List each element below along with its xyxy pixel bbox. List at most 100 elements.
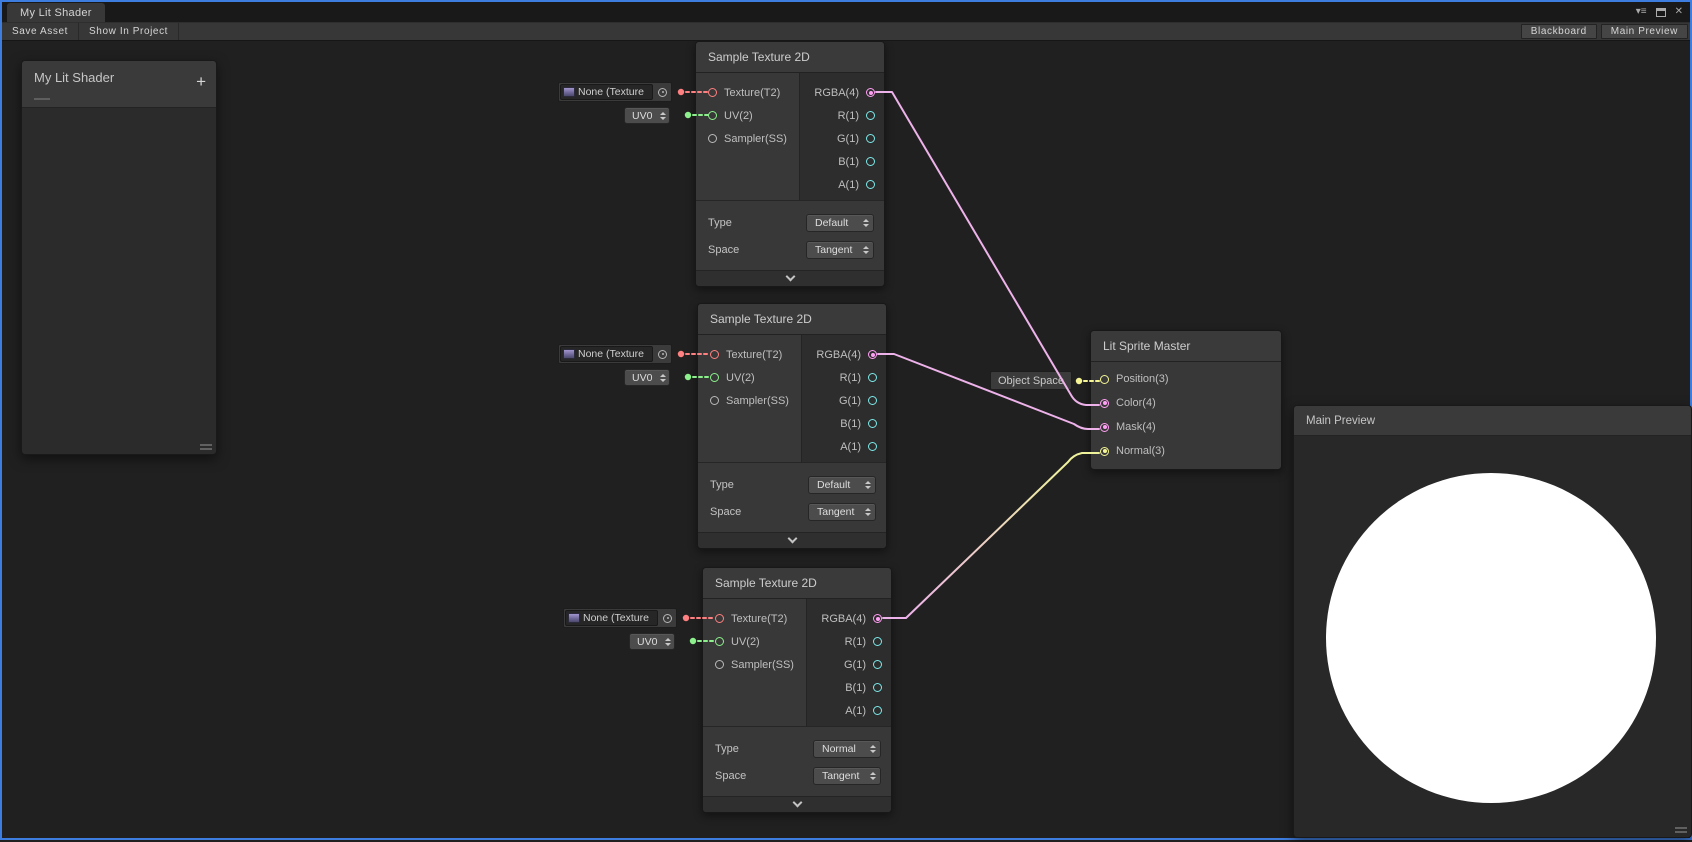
space-dropdown[interactable]: Tangent [813,767,881,785]
space-dropdown-value: Tangent [815,244,863,256]
node-title: Sample Texture 2D [715,576,817,590]
texture-field-value: None (Texture [578,348,644,360]
node-lit-sprite-master[interactable]: Lit Sprite Master Position(3) Color(4) M… [1090,330,1282,470]
type-dropdown[interactable]: Default [808,476,876,494]
b-output-port[interactable] [866,157,875,166]
a-output-label: A(1) [845,705,866,717]
texture-field-value: None (Texture [583,612,649,624]
port-row-a: A(1) [802,435,886,458]
dropdown-arrows-icon [863,246,869,254]
texture-input-port[interactable] [708,88,717,97]
node-sample-texture-2d-1[interactable]: Sample Texture 2D Texture(T2) UV(2) Samp… [695,41,885,287]
position-input-port[interactable] [1100,375,1109,384]
r-output-port[interactable] [873,637,882,646]
sampler-input-port[interactable] [708,134,717,143]
add-property-button[interactable]: + [196,73,206,90]
tab-my-lit-shader[interactable]: My Lit Shader [7,3,105,22]
node-title: Sample Texture 2D [710,312,812,326]
texture-object-field-3[interactable]: None (Texture [563,608,677,628]
sampler-input-label: Sampler(SS) [726,395,789,407]
a-output-port[interactable] [866,180,875,189]
texture-field[interactable]: None (Texture [560,346,653,362]
rgba-output-port[interactable] [866,88,875,97]
maximize-icon[interactable] [1656,8,1666,17]
uv-input-port[interactable] [708,111,717,120]
collapse-preview-button[interactable] [696,270,884,286]
uv-channel-dropdown-3[interactable]: UV0 [629,633,675,650]
node-sample-texture-2d-3[interactable]: Sample Texture 2D Texture(T2) UV(2) Samp… [702,567,892,813]
uv-input-port[interactable] [710,373,719,382]
show-in-project-button[interactable]: Show In Project [79,23,179,40]
normal-input-port[interactable] [1100,447,1109,456]
port-row-b: B(1) [800,150,884,173]
space-dropdown[interactable]: Tangent [808,503,876,521]
position-space-dropdown[interactable]: Object Space [990,371,1072,390]
save-asset-button[interactable]: Save Asset [2,23,79,40]
object-picker-button[interactable] [654,350,671,359]
texture-input-label: Texture(T2) [726,349,782,361]
object-picker-button[interactable] [654,88,671,97]
a-output-port[interactable] [868,442,877,451]
dropdown-arrows-icon [870,745,876,753]
node-header[interactable]: Lit Sprite Master [1091,331,1281,362]
texture-field[interactable]: None (Texture [565,610,658,626]
space-dropdown-value: Tangent [817,506,865,518]
space-label: Space [708,244,739,256]
blackboard-header[interactable]: My Lit Shader + [22,61,216,108]
dropdown-arrows-icon [660,374,666,382]
mask-input-port[interactable] [1100,423,1109,432]
uv-channel-dropdown-2[interactable]: UV0 [624,369,670,386]
main-preview-panel[interactable]: Main Preview [1293,405,1692,838]
g-output-port[interactable] [873,660,882,669]
sampler-input-label: Sampler(SS) [731,659,794,671]
type-dropdown-value: Default [815,217,863,229]
texture-input-port[interactable] [715,614,724,623]
node-header[interactable]: Sample Texture 2D [703,568,891,599]
b-output-port[interactable] [873,683,882,692]
texture-field[interactable]: None (Texture [560,84,653,100]
main-preview-header[interactable]: Main Preview [1294,406,1691,436]
sampler-input-port[interactable] [710,396,719,405]
blackboard-resize-handle[interactable] [200,444,212,450]
type-dropdown[interactable]: Normal [813,740,881,758]
node-sample-texture-2d-2[interactable]: Sample Texture 2D Texture(T2) UV(2) Samp… [697,303,887,549]
a-output-port[interactable] [873,706,882,715]
g-output-port[interactable] [868,396,877,405]
uv-input-label: UV(2) [724,110,753,122]
type-dropdown-value: Normal [822,743,870,755]
close-icon[interactable]: ✕ [1675,7,1683,17]
object-picker-button[interactable] [659,614,676,623]
r-output-port[interactable] [866,111,875,120]
texture-input-label: Texture(T2) [724,87,780,99]
uv-input-port[interactable] [715,637,724,646]
b-output-port[interactable] [868,419,877,428]
pane-menu-icon[interactable]: ▾≡ [1636,7,1647,17]
space-dropdown[interactable]: Tangent [806,241,874,259]
sampler-input-port[interactable] [715,660,724,669]
uv-channel-dropdown-1[interactable]: UV0 [624,107,670,124]
blackboard-toggle-button[interactable]: Blackboard [1521,24,1597,39]
type-label: Type [708,217,732,229]
r-output-port[interactable] [868,373,877,382]
collapse-preview-button[interactable] [703,796,891,812]
port-row-b: B(1) [807,676,891,699]
type-dropdown[interactable]: Default [806,214,874,232]
g-output-port[interactable] [866,134,875,143]
blackboard-title: My Lit Shader [34,70,204,85]
collapse-preview-button[interactable] [698,532,886,548]
texture-input-port[interactable] [710,350,719,359]
texture-object-field-2[interactable]: None (Texture [558,344,672,364]
node-header[interactable]: Sample Texture 2D [698,304,886,335]
port-row-b: B(1) [802,412,886,435]
main-preview-toggle-button[interactable]: Main Preview [1601,24,1688,39]
node-header[interactable]: Sample Texture 2D [696,42,884,73]
rgba-output-port[interactable] [873,614,882,623]
texture-object-field-1[interactable]: None (Texture [558,82,672,102]
blackboard-panel[interactable]: My Lit Shader + [21,60,217,455]
main-preview-toggle-label: Main Preview [1611,26,1678,37]
rgba-output-port[interactable] [868,350,877,359]
dropdown-arrows-icon [865,481,871,489]
main-preview-resize-handle[interactable] [1675,827,1687,833]
r-output-label: R(1) [838,110,859,122]
color-input-port[interactable] [1100,399,1109,408]
